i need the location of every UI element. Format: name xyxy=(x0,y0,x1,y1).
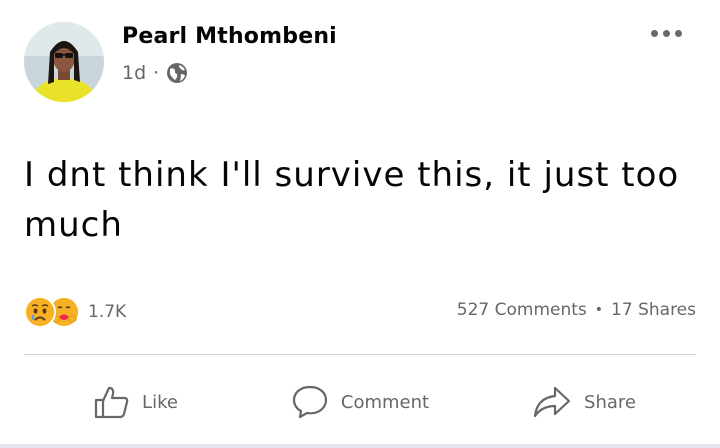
comment-bubble-icon xyxy=(292,385,327,419)
reaction-count: 1.7K xyxy=(88,302,127,322)
like-button[interactable]: Like xyxy=(24,370,248,434)
comment-button[interactable]: Comment xyxy=(248,370,472,434)
comments-count-link[interactable]: 527 Comments xyxy=(457,300,587,320)
more-dot-icon xyxy=(675,30,682,37)
avatar-photo xyxy=(24,22,104,102)
bottom-separator xyxy=(0,444,720,448)
post-meta: 1d · xyxy=(122,62,188,84)
meta-separator: · xyxy=(153,62,160,84)
reactions-summary[interactable]: 1.7K xyxy=(24,296,126,328)
more-dot-icon xyxy=(651,30,658,37)
sad-reaction-icon xyxy=(24,296,56,328)
facebook-post: Pearl Mthombeni 1d · I dnt think I'll su… xyxy=(0,0,720,448)
counts-separator: • xyxy=(594,302,604,318)
post-text: I dnt think I'll survive this, it just t… xyxy=(24,155,680,245)
like-label: Like xyxy=(142,391,178,413)
divider xyxy=(24,354,696,355)
globe-icon[interactable] xyxy=(166,62,188,84)
shares-count-link[interactable]: 17 Shares xyxy=(611,300,696,320)
share-button[interactable]: Share xyxy=(472,370,696,434)
post-time[interactable]: 1d xyxy=(122,62,146,84)
author-name[interactable]: Pearl Mthombeni xyxy=(122,24,337,49)
action-bar: Like Comment Share xyxy=(24,370,696,434)
thumbs-up-icon xyxy=(94,386,129,419)
more-dot-icon xyxy=(663,30,670,37)
more-options-button[interactable] xyxy=(651,30,682,37)
comment-label: Comment xyxy=(340,391,430,413)
engagement-counts: 527 Comments • 17 Shares xyxy=(457,300,696,320)
share-arrow-icon xyxy=(533,386,571,418)
share-label: Share xyxy=(584,391,636,413)
author-avatar[interactable] xyxy=(24,22,104,102)
